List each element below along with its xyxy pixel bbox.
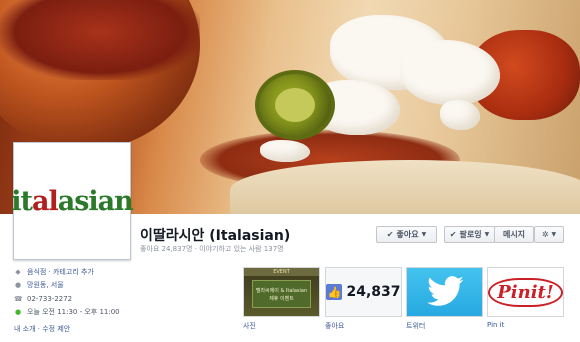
jalapeno-center bbox=[275, 88, 315, 122]
message-button[interactable]: 메시지 bbox=[494, 226, 534, 243]
chevron-down-icon: ▼ bbox=[421, 231, 427, 238]
info-category: ◆ 음식점 · 카테고리 추가 bbox=[14, 265, 224, 279]
photos-tile[interactable]: EVENT 멜라씨에이 & Italasian 제휴 이벤트 bbox=[243, 267, 320, 317]
opening-hours: 오늘 오전 11:30 - 오후 11:00 bbox=[27, 308, 120, 317]
tag-icon: ◆ bbox=[15, 267, 21, 276]
gear-icon: ✲ bbox=[541, 230, 549, 239]
check-icon: ✔ bbox=[449, 230, 457, 239]
likes-tile[interactable]: 👍 24,837 bbox=[325, 267, 402, 317]
likes-count: 24,837 bbox=[346, 284, 401, 300]
twitter-bird-icon bbox=[427, 276, 464, 306]
check-icon: ✔ bbox=[386, 230, 394, 239]
logo-asian: asian bbox=[57, 185, 134, 217]
pinterest-logo: Pinit! bbox=[488, 277, 563, 307]
event-card: 멜라씨에이 & Italasian 제휴 이벤트 bbox=[252, 280, 311, 308]
about-link[interactable]: 내 소개 · 수정 제안 bbox=[14, 324, 70, 334]
liked-label: 좋아요 bbox=[396, 230, 419, 239]
category-link[interactable]: 음식점 · 카테고리 추가 bbox=[27, 267, 94, 277]
thumbs-up-icon: 👍 bbox=[326, 284, 343, 300]
pinit-tile[interactable]: Pinit! bbox=[487, 267, 564, 317]
photos-tile-label[interactable]: 사진 bbox=[243, 321, 256, 331]
map-pin-icon: ● bbox=[14, 281, 22, 290]
chevron-down-icon: ▼ bbox=[551, 231, 557, 238]
flatbread bbox=[230, 160, 580, 214]
liked-button[interactable]: ✔ 좋아요 ▼ bbox=[376, 226, 437, 243]
phone-number: 02-733-2272 bbox=[27, 294, 73, 303]
info-phone: ☎ 02-733-2272 bbox=[14, 292, 224, 306]
italasian-logo: italasian bbox=[11, 185, 134, 217]
following-button[interactable]: ✔ 팔로잉 ▼ bbox=[444, 226, 495, 243]
likes-tile-label[interactable]: 좋아요 bbox=[325, 321, 344, 331]
ricotta-cheese bbox=[260, 140, 310, 162]
event-card-line-1: 멜라씨에이 & Italasian bbox=[255, 288, 308, 294]
phone-icon: ☎ bbox=[14, 294, 23, 303]
chevron-down-icon: ▼ bbox=[484, 231, 490, 238]
ricotta-cheese bbox=[440, 100, 480, 130]
logo-al: al bbox=[31, 185, 59, 217]
twitter-tile-label[interactable]: 트위터 bbox=[406, 321, 425, 331]
message-label: 메시지 bbox=[502, 230, 526, 239]
page-info: ◆ 음식점 · 카테고리 추가 ● 망원동, 서울 ☎ 02-733-2272 … bbox=[14, 265, 224, 336]
info-about: 내 소개 · 수정 제안 bbox=[14, 322, 224, 336]
following-label: 팔로잉 bbox=[459, 230, 482, 239]
profile-logo: italasian bbox=[11, 147, 134, 255]
pan-sauce bbox=[0, 0, 200, 80]
page-title[interactable]: 이딸라시안 (Italasian) bbox=[140, 225, 290, 245]
twitter-tile[interactable] bbox=[406, 267, 483, 317]
info-address: ● 망원동, 서울 bbox=[14, 279, 224, 293]
profile-picture[interactable]: italasian bbox=[11, 142, 134, 260]
address-link[interactable]: 망원동, 서울 bbox=[27, 280, 64, 290]
logo-it: it bbox=[11, 185, 33, 217]
pinit-tile-label[interactable]: Pin it bbox=[487, 321, 504, 329]
event-card-line-2: 제휴 이벤트 bbox=[269, 296, 294, 302]
page-stats: 좋아요 24,837명 · 이야기하고 있는 사람 137명 bbox=[140, 245, 284, 253]
open-status-icon: ● bbox=[14, 308, 22, 317]
settings-button[interactable]: ✲ ▼ bbox=[534, 226, 564, 243]
event-tag: EVENT bbox=[244, 268, 319, 276]
info-hours: ● 오늘 오전 11:30 - 오후 11:00 bbox=[14, 306, 224, 320]
